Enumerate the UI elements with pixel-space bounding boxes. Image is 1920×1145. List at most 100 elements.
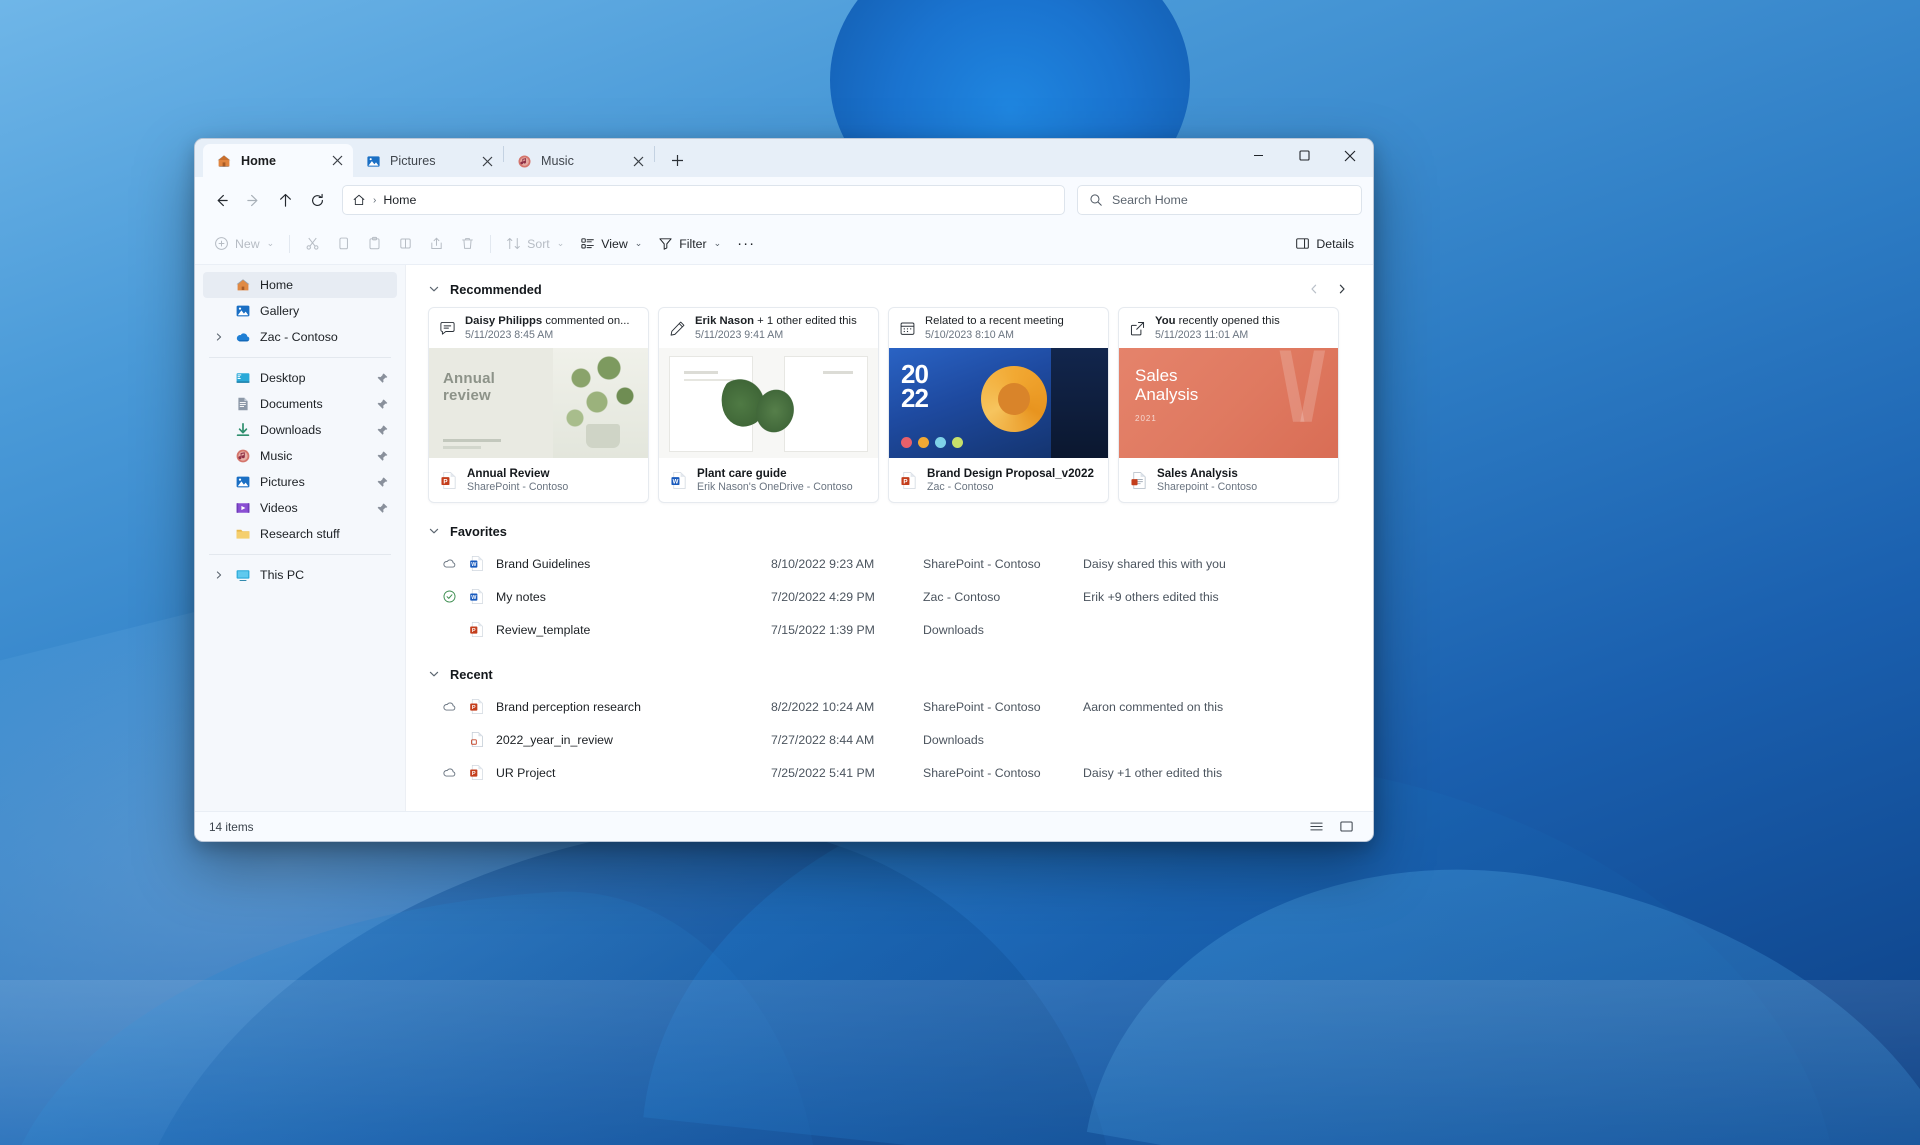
sidebar-item-label: Downloads xyxy=(260,423,322,437)
sidebar-item-zac-contoso[interactable]: Zac - Contoso xyxy=(203,324,397,350)
filter-button[interactable]: Filter ⌄ xyxy=(650,229,729,259)
delete-button[interactable] xyxy=(452,229,483,259)
sidebar-item-downloads[interactable]: › Downloads xyxy=(203,417,397,443)
breadcrumb-home-icon[interactable] xyxy=(352,193,366,207)
list-view-button[interactable] xyxy=(1303,816,1329,838)
card-header-text: Related to a recent meeting 5/10/2023 8:… xyxy=(925,314,1064,343)
address-bar[interactable]: › Home xyxy=(342,185,1065,215)
filter-button-label: Filter xyxy=(679,236,707,251)
recommended-card-plant-care-guide[interactable]: Erik Nason + 1 other edited this 5/11/20… xyxy=(658,307,879,503)
recommended-card-annual-review[interactable]: Daisy Philipps commented on... 5/11/2023… xyxy=(428,307,649,503)
sidebar-item-music[interactable]: › Music xyxy=(203,443,397,469)
table-row[interactable]: P Brand perception research 8/2/2022 10:… xyxy=(428,690,1355,723)
section-title: Recommended xyxy=(450,281,542,297)
view-button[interactable]: View ⌄ xyxy=(572,229,650,259)
recent-section-header[interactable]: Recent xyxy=(428,660,1355,688)
copy-button[interactable] xyxy=(328,229,359,259)
up-button[interactable] xyxy=(270,185,300,215)
details-pane-icon xyxy=(1295,236,1310,251)
music-icon xyxy=(235,448,251,464)
share-button[interactable] xyxy=(421,229,452,259)
file-source: Zac - Contoso xyxy=(923,589,1001,604)
carousel-prev-button[interactable] xyxy=(1301,276,1327,302)
breadcrumb-current[interactable]: Home xyxy=(383,193,416,207)
card-activity-actor: Erik Nason xyxy=(695,314,755,327)
expand-chevron-icon[interactable] xyxy=(212,571,226,579)
sidebar-item-pictures[interactable]: › Pictures xyxy=(203,469,397,495)
new-tab-button[interactable] xyxy=(663,146,691,174)
sidebar-item-documents[interactable]: › Documents xyxy=(203,391,397,417)
new-button[interactable]: New ⌄ xyxy=(206,229,282,259)
close-button[interactable] xyxy=(1327,139,1373,172)
pin-icon[interactable] xyxy=(376,424,389,437)
pin-icon[interactable] xyxy=(376,450,389,463)
tab-pictures[interactable]: Pictures xyxy=(353,145,503,177)
sidebar-item-videos[interactable]: › Videos xyxy=(203,495,397,521)
back-button[interactable] xyxy=(206,185,236,215)
minimize-button[interactable] xyxy=(1235,139,1281,172)
collapse-chevron-icon[interactable] xyxy=(428,284,440,294)
chevron-down-icon: ⌄ xyxy=(266,238,275,248)
tab-close-icon[interactable] xyxy=(327,151,347,171)
table-row[interactable]: W My notes 7/20/2022 4:29 PM Zac - Conto… xyxy=(428,580,1355,613)
recent-section: Recent P Brand perception research 8/2/2… xyxy=(428,660,1355,789)
sidebar-divider xyxy=(209,357,391,358)
pencil-icon xyxy=(669,320,686,337)
search-box[interactable]: Search Home xyxy=(1077,185,1362,215)
tab-home[interactable]: Home xyxy=(203,144,353,177)
breadcrumb-separator[interactable]: › xyxy=(370,195,379,206)
sidebar-item-this-pc[interactable]: This PC xyxy=(203,562,397,588)
folder-icon xyxy=(235,526,251,542)
rename-button[interactable] xyxy=(390,229,421,259)
details-pane-button[interactable]: Details xyxy=(1287,229,1362,259)
pin-icon[interactable] xyxy=(376,476,389,489)
command-divider xyxy=(490,234,492,253)
file-source: SharePoint - Contoso xyxy=(923,765,1041,780)
tab-music[interactable]: Music xyxy=(504,145,654,177)
recommended-section-header[interactable]: Recommended xyxy=(428,275,1355,303)
table-row[interactable]: 2022_year_in_review 7/27/2022 8:44 AM Do… xyxy=(428,723,1355,756)
expand-chevron-icon[interactable] xyxy=(212,333,226,341)
more-options-button[interactable]: ··· xyxy=(729,229,763,259)
maximize-button[interactable] xyxy=(1281,139,1327,172)
sidebar-item-research-stuff[interactable]: › Research stuff xyxy=(203,521,397,547)
pictures-icon xyxy=(235,474,251,490)
file-date: 8/10/2022 9:23 AM xyxy=(771,556,875,571)
tab-close-icon[interactable] xyxy=(477,151,497,171)
sidebar-item-gallery[interactable]: › Gallery xyxy=(203,298,397,324)
filter-icon xyxy=(658,236,673,251)
comment-icon xyxy=(439,320,456,337)
tab-label: Home xyxy=(241,153,276,168)
cut-button[interactable] xyxy=(297,229,328,259)
paste-button[interactable] xyxy=(359,229,390,259)
sidebar-item-home[interactable]: › Home xyxy=(203,272,397,298)
table-row[interactable]: P Review_template 7/15/2022 1:39 PM Down… xyxy=(428,613,1355,646)
share-icon xyxy=(429,236,444,251)
favorites-section-header[interactable]: Favorites xyxy=(428,517,1355,545)
refresh-button[interactable] xyxy=(302,185,332,215)
carousel-next-button[interactable] xyxy=(1329,276,1355,302)
sort-button[interactable]: Sort ⌄ xyxy=(498,229,572,259)
forward-button[interactable] xyxy=(238,185,268,215)
card-date: 5/11/2023 11:01 AM xyxy=(1155,328,1249,341)
table-row[interactable]: W Brand Guidelines 8/10/2022 9:23 AM Sha… xyxy=(428,547,1355,580)
details-view-button[interactable] xyxy=(1333,816,1359,838)
chevron-down-icon: ⌄ xyxy=(634,238,643,248)
powerpoint-icon: P xyxy=(468,764,496,781)
videos-icon xyxy=(235,500,251,516)
pin-icon[interactable] xyxy=(376,372,389,385)
trash-icon xyxy=(460,236,475,251)
pin-icon[interactable] xyxy=(376,398,389,411)
pin-icon[interactable] xyxy=(376,502,389,515)
view-icon xyxy=(580,236,595,251)
tab-label: Music xyxy=(541,154,574,168)
table-row[interactable]: P UR Project 7/25/2022 5:41 PM SharePoin… xyxy=(428,756,1355,789)
tab-close-icon[interactable] xyxy=(628,151,648,171)
recommended-card-brand-design-proposal[interactable]: Related to a recent meeting 5/10/2023 8:… xyxy=(888,307,1109,503)
file-activity: Aaron commented on this xyxy=(1083,699,1224,714)
collapse-chevron-icon[interactable] xyxy=(428,669,440,679)
recommended-card-sales-analysis[interactable]: You recently opened this 5/11/2023 11:01… xyxy=(1118,307,1339,503)
sidebar-item-desktop[interactable]: › Desktop xyxy=(203,365,397,391)
collapse-chevron-icon[interactable] xyxy=(428,526,440,536)
file-date: 7/25/2022 5:41 PM xyxy=(771,765,875,780)
